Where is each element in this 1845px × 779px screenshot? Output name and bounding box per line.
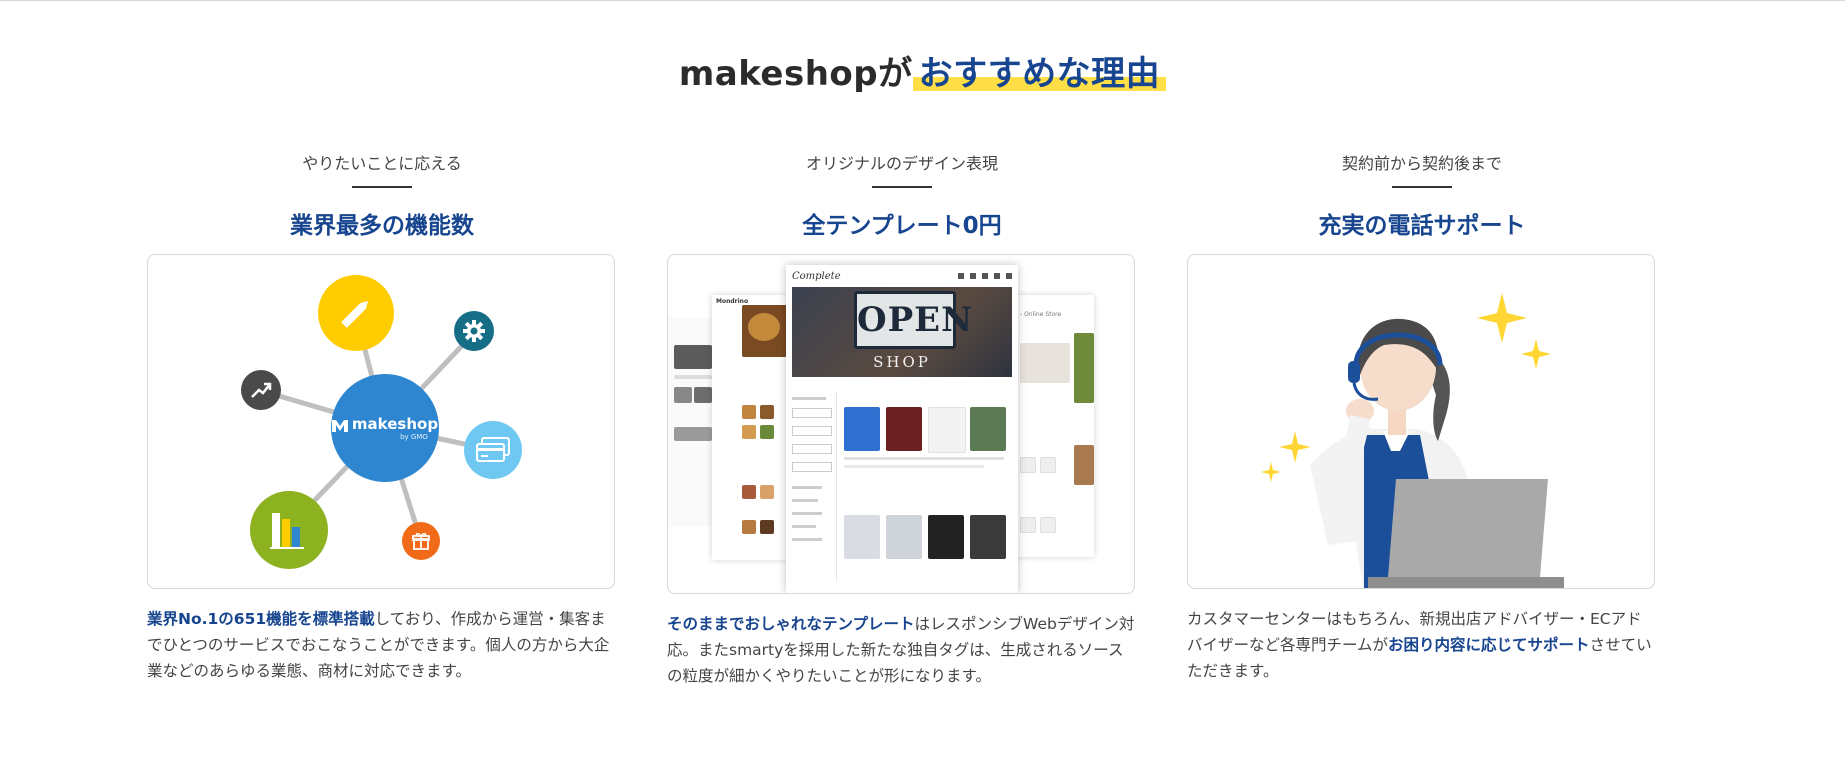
trend-icon	[241, 370, 281, 410]
heading-highlight: おすすめな理由	[912, 54, 1167, 94]
product-thumb	[844, 515, 880, 559]
section-heading: makeshopが おすすめな理由	[0, 46, 1845, 95]
product-thumb	[886, 407, 922, 451]
desc-emphasis: 業界No.1の651機能を標準搭載	[147, 610, 375, 628]
reason-column-features: やりたいことに応える 業界最多の機能数 makeshop by GMO 業界No…	[147, 150, 617, 684]
reason-column-support: 契約前から契約後まで 充実の電話サポート カスタマーセンターはもちろん、新規出店…	[1187, 150, 1657, 684]
column-description: そのままでおしゃれなテンプレートはレスポンシブWebデザイン対応。またsmart…	[667, 611, 1137, 689]
column-subtitle: やりたいことに応える	[302, 154, 462, 173]
top-divider	[0, 0, 1845, 1]
shop-sign: SHOP	[873, 353, 931, 371]
hub-logo-text: makeshop	[351, 415, 439, 433]
product-thumb	[970, 515, 1006, 559]
column-title: 充実の電話サポート	[1318, 213, 1526, 239]
features-illustration: makeshop by GMO	[147, 254, 615, 589]
column-rule	[1392, 186, 1452, 188]
desc-emphasis: お困り内容に応じてサポート	[1388, 636, 1590, 654]
right-store-label: - Online Store	[1020, 311, 1062, 318]
card-icon	[464, 421, 522, 479]
left-template-screen: Mondrino	[712, 295, 788, 560]
column-rule	[352, 186, 412, 188]
main-template-screen: Complete OPEN SHOP	[786, 265, 1018, 593]
desc-emphasis: そのままでおしゃれなテンプレート	[667, 615, 915, 633]
makeshop-logo-icon	[331, 418, 348, 432]
operator-illustration	[1261, 293, 1564, 588]
store-sidebar	[792, 391, 837, 581]
laptop-icon	[1368, 479, 1564, 588]
store-header-icons	[958, 273, 1012, 279]
support-illustration	[1187, 254, 1655, 589]
column-title: 業界最多の機能数	[290, 213, 474, 239]
reason-column-templates: オリジナルのデザイン表現 全テンプレート0円 Mondrino - Online…	[667, 150, 1137, 689]
gear-icon	[454, 311, 494, 351]
column-description: カスタマーセンターはもちろん、新規出店アドバイザー・ECアドバイザーなど各専門チ…	[1187, 606, 1657, 684]
product-thumb	[886, 515, 922, 559]
open-shop-banner: OPEN SHOP	[792, 287, 1012, 377]
makeshop-hub: makeshop by GMO	[331, 374, 439, 482]
bar-chart-icon	[250, 491, 328, 569]
hub-sub-text: by GMO	[400, 433, 428, 441]
column-subtitle: オリジナルのデザイン表現	[805, 154, 998, 173]
open-sign: OPEN	[854, 291, 972, 349]
templates-illustration: Mondrino - Online Store Complete OPEN SH…	[667, 254, 1135, 594]
product-thumb	[928, 407, 966, 453]
column-rule	[872, 186, 932, 188]
gift-icon	[402, 522, 440, 560]
product-thumb	[844, 407, 880, 451]
product-thumb	[970, 407, 1006, 451]
product-thumb	[928, 515, 964, 559]
heading-brand: makeshopが	[678, 54, 913, 94]
column-title: 全テンプレート0円	[802, 213, 1002, 239]
column-description: 業界No.1の651機能を標準搭載しており、作成から運営・集客までひとつのサービ…	[147, 606, 617, 684]
column-subtitle: 契約前から契約後まで	[1341, 154, 1502, 173]
right-template-screen: - Online Store	[1014, 295, 1094, 557]
pencil-icon	[318, 275, 394, 351]
